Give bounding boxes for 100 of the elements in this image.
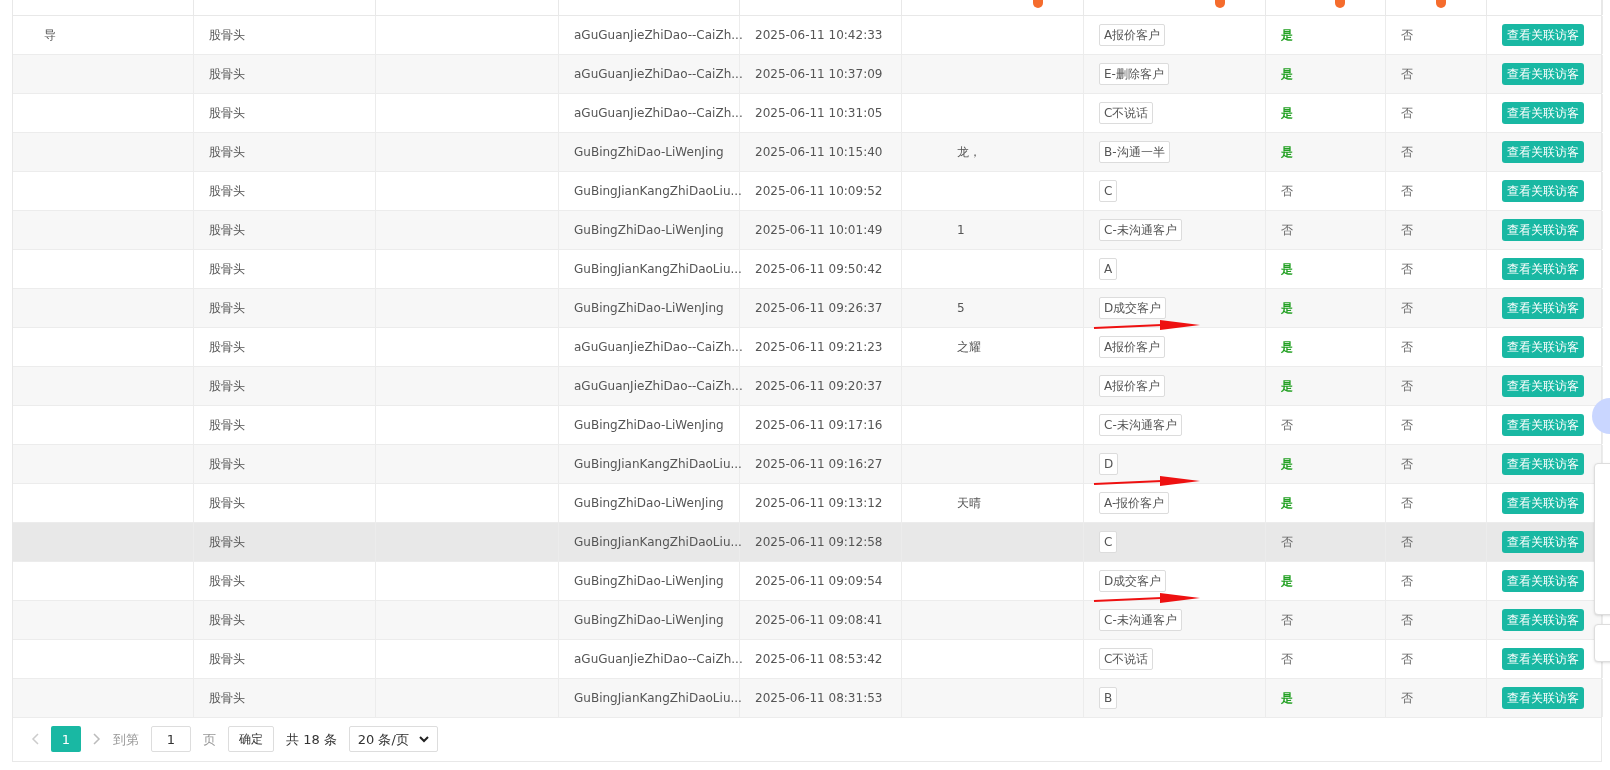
view-visitors-button[interactable]: 查看关联访客: [1502, 413, 1584, 436]
chevron-left-icon[interactable]: [31, 733, 39, 746]
view-visitors-button[interactable]: 查看关联访客: [1502, 569, 1584, 592]
nickname-text: 5: [956, 299, 965, 317]
group-text: 股骨头: [209, 611, 245, 629]
view-visitors-button[interactable]: 查看关联访客: [1502, 608, 1584, 631]
timestamp-text: 2025-06-11 09:26:37: [755, 299, 883, 317]
view-visitors-button[interactable]: 查看关联访客: [1502, 647, 1584, 670]
status-text: 否: [1401, 572, 1413, 590]
view-visitors-button[interactable]: 查看关联访客: [1502, 452, 1584, 475]
page-input[interactable]: 1: [151, 726, 191, 753]
timestamp-text: 2025-06-11 08:31:53: [755, 689, 883, 707]
info-icon: [1215, 0, 1225, 8]
page-button[interactable]: 1: [51, 726, 81, 753]
status-text: 是: [1281, 338, 1293, 356]
view-visitors-button[interactable]: 查看关联访客: [1502, 686, 1584, 709]
account-id-text: GuBingZhiDao-LiWenJing: [574, 299, 724, 317]
account-id-text: GuBingZhiDao-LiWenJing: [574, 494, 724, 512]
account-id-text: aGuGuanJieZhiDao--CaiZh...: [574, 338, 743, 356]
status-text: 否: [1281, 650, 1293, 668]
view-visitors-button[interactable]: 查看关联访客: [1502, 374, 1584, 397]
view-visitors-button[interactable]: 查看关联访客: [1502, 257, 1584, 280]
status-text: 是: [1281, 26, 1293, 44]
customer-tag: E-删除客户: [1099, 62, 1169, 85]
customer-tag: A报价客户: [1099, 23, 1166, 46]
view-visitors-button[interactable]: 查看关联访客: [1502, 23, 1584, 46]
timestamp-text: 2025-06-11 09:21:23: [755, 338, 883, 356]
customer-tag: C-未沟通客户: [1099, 218, 1182, 241]
status-text: 否: [1401, 650, 1413, 668]
account-id-text: aGuGuanJieZhiDao--CaiZh...: [574, 104, 743, 122]
status-text: 否: [1281, 416, 1293, 434]
status-text: 否: [1401, 494, 1413, 512]
view-visitors-button[interactable]: 查看关联访客: [1502, 296, 1584, 319]
info-icon: [1335, 0, 1345, 8]
nickname-text: 天晴: [956, 494, 981, 512]
status-text: 是: [1281, 143, 1293, 161]
status-text: 否: [1401, 338, 1413, 356]
timestamp-text: 2025-06-11 09:09:54: [755, 572, 883, 590]
status-text: 否: [1401, 455, 1413, 473]
customer-tag: C不说话: [1099, 647, 1154, 670]
timestamp-text: 2025-06-11 09:20:37: [755, 377, 883, 395]
nickname-text: 1: [956, 221, 965, 239]
view-visitors-button[interactable]: 查看关联访客: [1502, 101, 1584, 124]
view-visitors-button[interactable]: 查看关联访客: [1502, 62, 1584, 85]
chevron-right-icon[interactable]: [93, 733, 101, 746]
view-visitors-button[interactable]: 查看关联访客: [1502, 140, 1584, 163]
account-id-text: GuBingZhiDao-LiWenJing: [574, 611, 724, 629]
status-text: 否: [1401, 182, 1413, 200]
timestamp-text: 2025-06-11 09:17:16: [755, 416, 883, 434]
status-text: 是: [1281, 572, 1293, 590]
status-text: 否: [1401, 260, 1413, 278]
page-unit-label: 页: [203, 730, 216, 749]
group-text: 股骨头: [209, 455, 245, 473]
account-id-text: GuBingZhiDao-LiWenJing: [574, 416, 724, 434]
timestamp-text: 2025-06-11 10:42:33: [755, 26, 883, 44]
group-text: 股骨头: [209, 299, 245, 317]
customer-tag: C: [1099, 530, 1118, 553]
customer-tag: B-沟通一半: [1099, 140, 1170, 163]
customer-tag: D: [1099, 452, 1119, 475]
timestamp-text: 2025-06-11 09:13:12: [755, 494, 883, 512]
account-id-text: GuBingZhiDao-LiWenJing: [574, 221, 724, 239]
customer-tag: A-报价客户: [1099, 491, 1170, 514]
status-text: 是: [1281, 299, 1293, 317]
page-size-select[interactable]: 20 条/页: [348, 726, 438, 753]
group-text: 股骨头: [209, 260, 245, 278]
group-text: 股骨头: [209, 143, 245, 161]
customer-tag: C-未沟通客户: [1099, 608, 1182, 631]
total-count: 共 18 条: [286, 730, 337, 749]
status-text: 否: [1401, 533, 1413, 551]
group-text: 股骨头: [209, 182, 245, 200]
view-visitors-button[interactable]: 查看关联访客: [1502, 530, 1584, 553]
status-text: 否: [1401, 143, 1413, 161]
group-text: 股骨头: [209, 533, 245, 551]
timestamp-text: 2025-06-11 09:12:58: [755, 533, 883, 551]
group-text: 股骨头: [209, 221, 245, 239]
status-text: 否: [1401, 416, 1413, 434]
customer-tag: A报价客户: [1099, 374, 1166, 397]
status-text: 是: [1281, 104, 1293, 122]
group-text: 股骨头: [209, 104, 245, 122]
customer-tag: C: [1099, 179, 1118, 202]
status-text: 是: [1281, 260, 1293, 278]
group-text: 股骨头: [209, 572, 245, 590]
account-id-text: GuBingJianKangZhiDaoLiu...: [574, 455, 742, 473]
view-visitors-button[interactable]: 查看关联访客: [1502, 218, 1584, 241]
timestamp-text: 2025-06-11 10:31:05: [755, 104, 883, 122]
timestamp-text: 2025-06-11 10:37:09: [755, 65, 883, 83]
view-visitors-button[interactable]: 查看关联访客: [1502, 335, 1584, 358]
view-visitors-button[interactable]: 查看关联访客: [1502, 179, 1584, 202]
group-text: 股骨头: [209, 65, 245, 83]
status-text: 否: [1281, 611, 1293, 629]
group-text: 股骨头: [209, 650, 245, 668]
timestamp-text: 2025-06-11 08:53:42: [755, 650, 883, 668]
info-icon: [1033, 0, 1043, 8]
status-text: 否: [1281, 533, 1293, 551]
confirm-button[interactable]: 确定: [228, 726, 274, 753]
view-visitors-button[interactable]: 查看关联访客: [1502, 491, 1584, 514]
timestamp-text: 2025-06-11 10:09:52: [755, 182, 883, 200]
info-icon: [1436, 0, 1446, 8]
group-text: 股骨头: [209, 416, 245, 434]
account-id-text: GuBingZhiDao-LiWenJing: [574, 572, 724, 590]
